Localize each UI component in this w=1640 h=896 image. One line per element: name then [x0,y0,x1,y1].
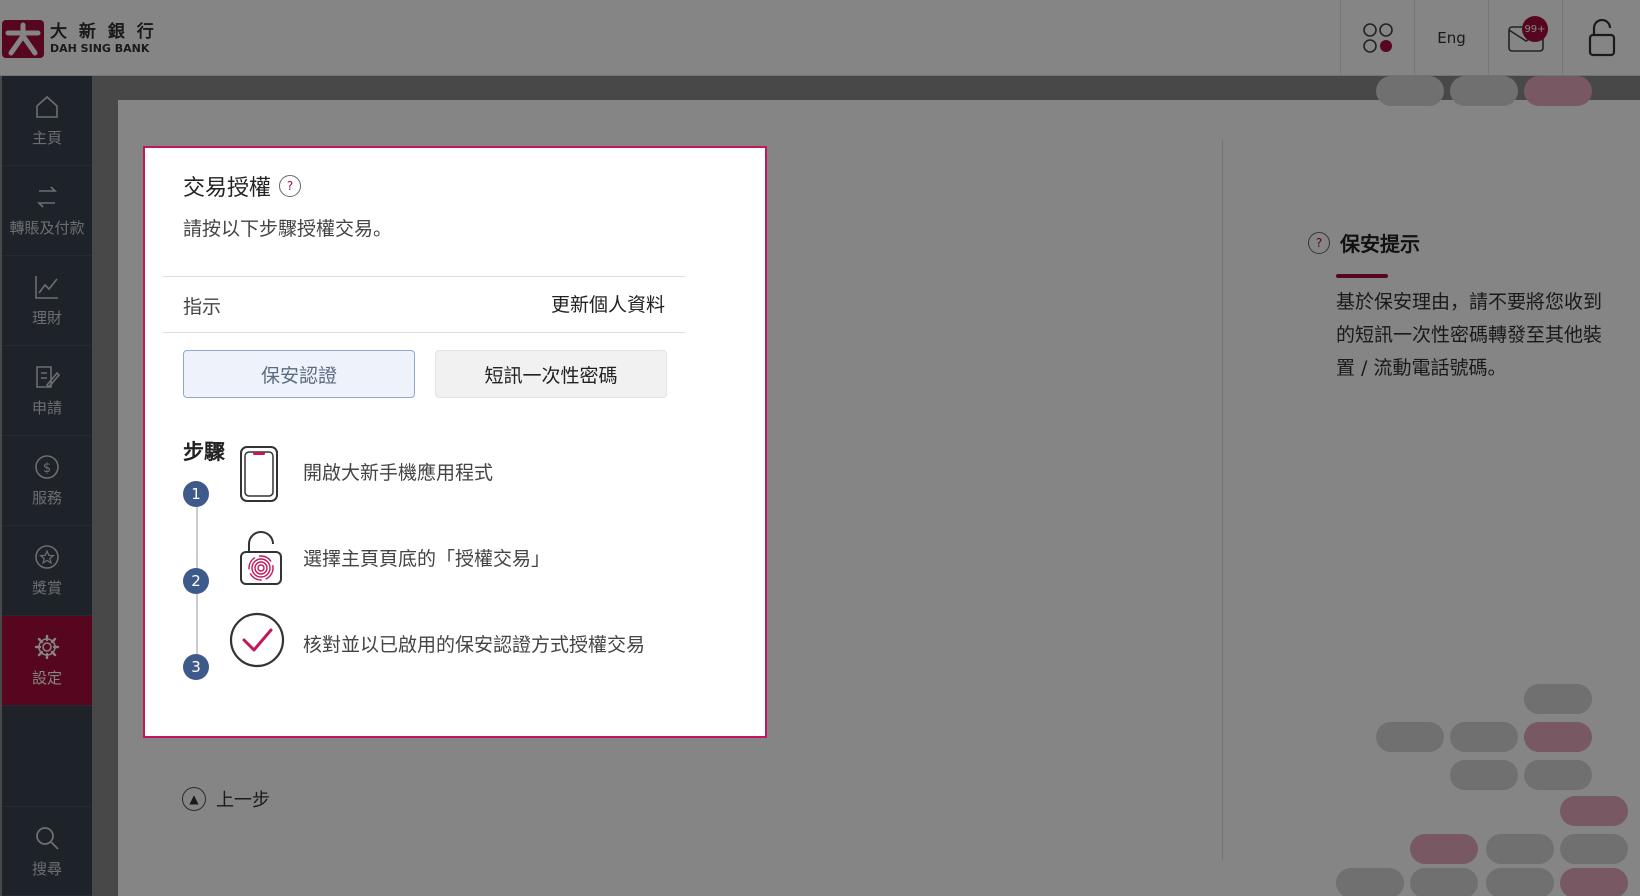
phone-icon [233,444,293,504]
transaction-authorization-dialog: 交易授權 ? 請按以下步驟授權交易。 指示 更新個人資料 保安認證 短訊一次性密… [143,146,767,738]
sms-otp-tab[interactable]: 短訊一次性密碼 [435,350,667,398]
security-authentication-tab[interactable]: 保安認證 [183,350,415,398]
step-number: 3 [183,654,209,680]
instruction-label: 指示 [183,296,222,318]
dialog-title: 交易授權 [183,176,272,201]
step-text: 選擇主頁頁底的「授權交易」 [303,548,551,570]
dialog-description: 請按以下步驟授權交易。 [183,218,393,240]
divider [163,276,685,277]
step-number: 1 [183,481,209,507]
help-icon[interactable]: ? [279,175,302,197]
checkmark-circle-icon [227,610,287,670]
step-text: 開啟大新手機應用程式 [303,462,494,484]
divider [163,332,685,333]
dialog-title-row: 交易授權 ? [183,170,302,202]
steps-heading: 步驟 [183,440,225,464]
step-text: 核對並以已啟用的保安認證方式授權交易 [303,634,646,656]
step-number: 2 [183,568,209,594]
fingerprint-lock-icon [233,528,293,588]
instruction-value: 更新個人資料 [550,294,665,316]
